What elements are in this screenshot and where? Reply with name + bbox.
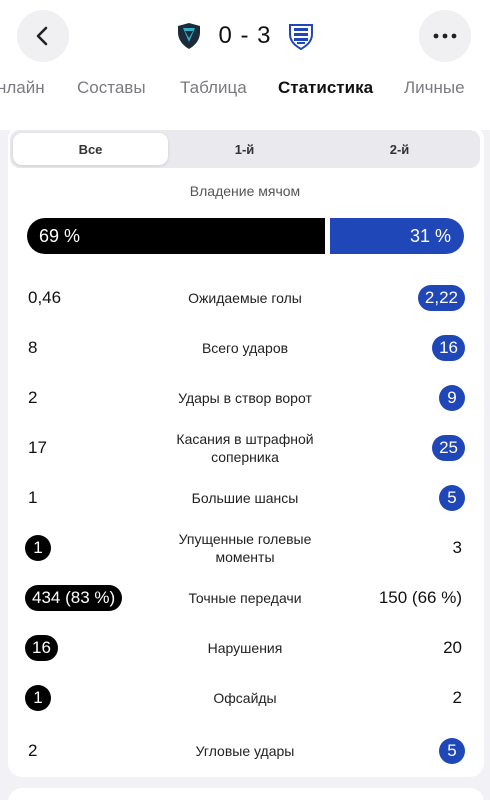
stat-label: Всего ударов xyxy=(201,340,289,356)
stat-away-value: 16 xyxy=(432,323,465,373)
stat-label: Касания в штрафной соперника xyxy=(176,431,314,465)
next-card-edge xyxy=(8,788,484,800)
tab-table[interactable]: Таблица xyxy=(180,78,247,98)
stat-away-value: 150 (66 %) xyxy=(379,573,462,623)
home-team-logo-icon xyxy=(178,23,201,49)
match-score: 0 - 3 xyxy=(218,22,272,49)
stat-away-value: 2 xyxy=(453,673,462,723)
stat-row: 1 Упущенные голевые моменты 3 xyxy=(0,523,490,573)
stat-highlight-pill: 9 xyxy=(439,385,465,411)
stat-home-value: 17 xyxy=(28,423,47,473)
stat-row: 2 Удары в створ ворот 9 xyxy=(0,373,490,423)
possession-home-value: 69 % xyxy=(39,225,81,246)
stat-label: Упущенные голевые моменты xyxy=(178,531,312,565)
stat-highlight-pill: 16 xyxy=(25,635,58,661)
stat-highlight-pill: 5 xyxy=(439,738,465,764)
more-dots-icon xyxy=(433,33,457,39)
stat-row: 1 Офсайды 2 xyxy=(0,673,490,723)
possession-away-value: 31 % xyxy=(409,225,451,246)
stat-away-value: 20 xyxy=(443,623,462,673)
stat-home-value: 2 xyxy=(28,726,37,776)
stat-home-value: 1 xyxy=(25,673,51,723)
stat-highlight-pill: 1 xyxy=(25,685,51,711)
period-selector: Все 1-й 2-й xyxy=(10,130,480,168)
possession-away-bar: 31 % xyxy=(330,218,464,254)
stat-row: 434 (83 %) Точные передачи 150 (66 %) xyxy=(0,573,490,623)
stat-value-text: 2 xyxy=(452,688,462,707)
stat-away-value: 5 xyxy=(439,473,465,523)
stat-value-text: 2 xyxy=(28,388,38,407)
period-all[interactable]: Все xyxy=(13,133,168,165)
stat-label: Ожидаемые голы xyxy=(188,290,302,306)
tab-personal[interactable]: Личные xyxy=(404,78,465,98)
stat-home-value: 2 xyxy=(28,373,37,423)
stat-home-value: 0,46 xyxy=(28,273,61,323)
tab-statistics[interactable]: Статистика xyxy=(278,78,373,98)
stat-highlight-pill: 2,22 xyxy=(417,285,465,311)
stat-value-text: 150 (66 %) xyxy=(378,588,462,607)
stat-label: Точные передачи xyxy=(188,590,302,606)
stat-label: Офсайды xyxy=(213,690,277,706)
stat-value-text: 0,46 xyxy=(28,288,62,307)
stat-value-text: 20 xyxy=(443,638,462,657)
stat-label: Нарушения xyxy=(207,640,283,656)
match-tabs: нлайн Составы Таблица Статистика Личные xyxy=(0,74,490,104)
match-header: 0 - 3 нлайн Составы Таблица Статистика Л… xyxy=(0,0,490,130)
stat-label: Большие шансы xyxy=(191,490,299,506)
stat-highlight-pill: 1 xyxy=(25,535,51,561)
stat-home-value: 8 xyxy=(28,323,37,373)
stat-row: 17 Касания в штрафной соперника 25 xyxy=(0,423,490,473)
stat-row: 1 Большие шансы 5 xyxy=(0,473,490,523)
stat-home-value: 16 xyxy=(25,623,58,673)
stat-highlight-pill: 434 (83 %) xyxy=(25,585,123,611)
stat-value-text: 2 xyxy=(28,741,38,760)
more-button[interactable] xyxy=(419,10,471,62)
possession-title: Владение мячом xyxy=(189,183,301,199)
tab-online[interactable]: нлайн xyxy=(0,78,45,98)
stat-row: 2 Угловые удары 5 xyxy=(0,726,490,776)
stat-home-value: 1 xyxy=(25,523,51,573)
possession-home-bar: 69 % xyxy=(27,218,325,254)
stat-highlight-pill: 5 xyxy=(439,485,465,511)
stat-away-value: 25 xyxy=(432,423,465,473)
stat-home-value: 434 (83 %) xyxy=(25,573,123,623)
scoreboard: 0 - 3 xyxy=(0,16,490,56)
stat-value-text: 3 xyxy=(452,538,462,557)
stat-value-text: 8 xyxy=(28,338,38,357)
stat-row: 16 Нарушения 20 xyxy=(0,623,490,673)
stat-away-value: 5 xyxy=(439,726,465,776)
away-team-logo-icon xyxy=(288,24,313,50)
period-second-half[interactable]: 2-й xyxy=(322,133,477,165)
stat-away-value: 9 xyxy=(439,373,465,423)
stat-row: 8 Всего ударов 16 xyxy=(0,323,490,373)
stat-home-value: 1 xyxy=(28,473,37,523)
tab-lineups[interactable]: Составы xyxy=(77,78,146,98)
stat-label: Угловые удары xyxy=(195,743,295,759)
stat-value-text: 17 xyxy=(28,438,47,457)
stat-away-value: 3 xyxy=(453,523,462,573)
stat-row: 0,46 Ожидаемые голы 2,22 xyxy=(0,273,490,323)
stat-highlight-pill: 16 xyxy=(432,335,465,361)
stat-label: Удары в створ ворот xyxy=(178,390,312,406)
stat-value-text: 1 xyxy=(28,488,38,507)
stat-away-value: 2,22 xyxy=(417,273,465,323)
period-first-half[interactable]: 1-й xyxy=(167,133,322,165)
stat-highlight-pill: 25 xyxy=(432,435,465,461)
